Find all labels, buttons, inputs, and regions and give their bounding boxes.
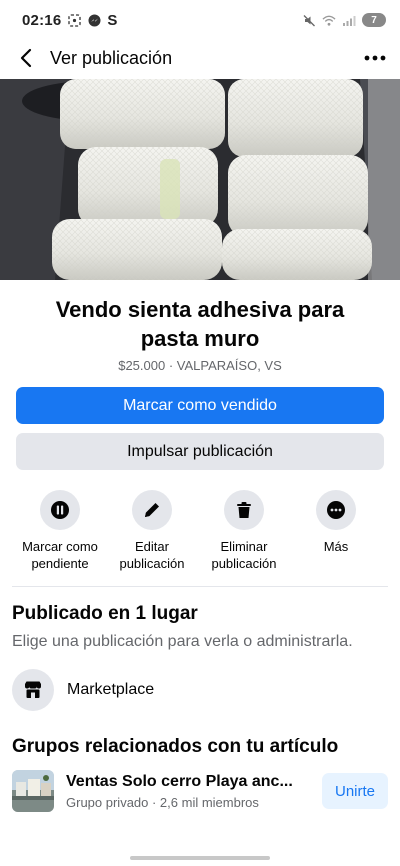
action-icon-circle: [132, 490, 172, 530]
place-label: Marketplace: [67, 681, 155, 698]
status-left: 02:16 S: [22, 12, 118, 29]
action-label: Más: [323, 539, 349, 554]
status-time: 02:16: [22, 11, 62, 29]
delete-listing-action[interactable]: Eliminar publicación: [198, 490, 290, 572]
messenger-icon: [87, 13, 101, 27]
join-group-button[interactable]: Unirte: [322, 773, 388, 809]
trash-icon: [237, 502, 251, 518]
action-icon-circle: [316, 490, 356, 530]
battery-indicator: 7: [362, 13, 386, 27]
signal-icon: [342, 13, 356, 27]
listing-photo[interactable]: [0, 79, 400, 280]
wifi-icon: [322, 13, 336, 27]
pencil-icon: [145, 503, 159, 517]
group-item[interactable]: Ventas Solo cerro Playa anc... Grupo pri…: [0, 770, 400, 812]
screenshot-icon: [67, 13, 81, 27]
group-name: Ventas Solo cerro Playa anc...: [66, 772, 293, 790]
group-meta: Grupo privado · 2,6 mil miembros: [66, 794, 259, 810]
action-label: Marcar como pendiente: [22, 539, 98, 571]
status-right: 7: [302, 13, 386, 27]
place-marketplace[interactable]: Marketplace: [0, 669, 400, 711]
mark-as-sold-button[interactable]: Marcar como vendido: [16, 387, 384, 424]
more-actions[interactable]: Más: [290, 490, 382, 572]
status-letter: S: [107, 11, 118, 29]
page-title: Ver publicación: [50, 47, 173, 68]
more-icon: [327, 501, 345, 519]
mute-icon: [302, 13, 316, 27]
listing-title: Vendo sienta adhesiva para pasta muro: [55, 297, 345, 351]
top-nav: Ver publicación: [0, 40, 400, 76]
published-section: Publicado en 1 lugar Elige una publicaci…: [0, 603, 400, 711]
listing-price-location: $25.000 · VALPARAÍSO, VS: [118, 358, 282, 373]
related-groups-title: Grupos relacionados con tu artículo: [12, 736, 339, 757]
group-thumbnail: [12, 770, 54, 812]
boost-listing-button[interactable]: Impulsar publicación: [16, 433, 384, 470]
action-label: Editar publicación: [119, 539, 185, 571]
listing-photo-image: [0, 79, 400, 280]
related-groups-section: Grupos relacionados con tu artículo Vent…: [0, 736, 400, 812]
section-divider: [12, 586, 388, 587]
group-text: Ventas Solo cerro Playa anc... Grupo pri…: [66, 773, 314, 810]
published-title: Publicado en 1 lugar: [12, 603, 198, 624]
status-bar: 02:16 S 7: [0, 0, 400, 40]
action-icon-circle: [224, 490, 264, 530]
icon-circle: [12, 669, 54, 711]
back-button[interactable]: [14, 46, 38, 70]
edit-listing-action[interactable]: Editar publicación: [106, 490, 198, 572]
listing-actions: Marcar como pendiente Editar publicación…: [0, 490, 400, 572]
more-dots-icon: [364, 55, 386, 61]
more-options-button[interactable]: [360, 46, 390, 70]
action-label: Eliminar publicación: [211, 539, 277, 571]
back-arrow-icon: [20, 48, 32, 68]
mark-pending-action[interactable]: Marcar como pendiente: [14, 490, 106, 572]
published-description: Elige una publicación para verla o admin…: [12, 633, 353, 650]
marketplace-icon: [25, 681, 41, 698]
action-icon-circle: [40, 490, 80, 530]
home-indicator[interactable]: [130, 856, 270, 860]
pause-icon: [51, 501, 69, 519]
